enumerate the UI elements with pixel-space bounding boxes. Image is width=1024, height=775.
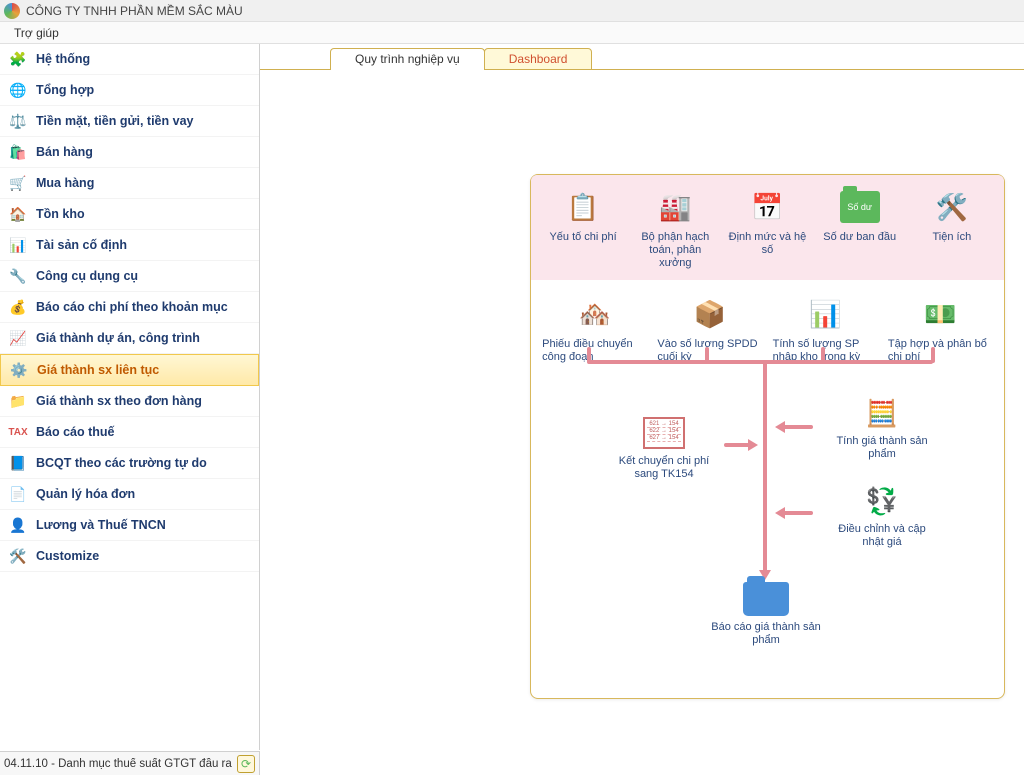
sidebar-item-label: Lương và Thuế TNCN <box>36 518 166 532</box>
sidebar-item-label: Báo cáo chi phí theo khoản mục <box>36 300 228 314</box>
sidebar-item-icon: 🧩 <box>8 49 28 69</box>
sidebar-item-icon: 🛍️ <box>8 142 28 162</box>
workflow-diagram: 📋 Yếu tố chi phí 🏭 Bộ phận hạch toán, ph… <box>530 174 1005 699</box>
sidebar-item-label: Tài sản cố định <box>36 238 127 252</box>
sidebar-item-7[interactable]: 🔧 Công cụ dụng cụ <box>0 261 259 292</box>
sidebar-item-5[interactable]: 🏠 Tồn kho <box>0 199 259 230</box>
sidebar-item-label: Mua hàng <box>36 176 94 190</box>
sidebar-item-icon: ⚖️ <box>8 111 28 131</box>
menu-help[interactable]: Trợ giúp <box>6 24 67 42</box>
money-people-icon: 💵 <box>916 294 964 334</box>
sidebar-item-13[interactable]: 📘 BCQT theo các trường tự do <box>0 448 259 479</box>
sidebar-item-15[interactable]: 👤 Lương và Thuế TNCN <box>0 510 259 541</box>
sidebar-item-label: Customize <box>36 549 99 563</box>
sidebar-item-3[interactable]: 🛍️ Bán hàng <box>0 137 259 168</box>
connector-horizontal <box>587 360 933 364</box>
transfer-icon: 🏘️ <box>571 294 619 334</box>
box-icon: 📦 <box>686 294 734 334</box>
sidebar-item-14[interactable]: 📄 Quản lý hóa đơn <box>0 479 259 510</box>
app-title: CÔNG TY TNHH PHẦN MỀM SẮC MÀU <box>26 4 243 18</box>
sidebar-item-6[interactable]: 📊 Tài sản cố định <box>0 230 259 261</box>
sidebar-item-1[interactable]: 🌐 Tổng hợp <box>0 75 259 106</box>
item-vao-so-luong[interactable]: 📦 Vào số lượng SPDD cuối kỳ <box>657 294 762 364</box>
tab-dashboard[interactable]: Dashboard <box>484 48 593 70</box>
sidebar-item-icon: 🛠️ <box>8 546 28 566</box>
sidebar-item-16[interactable]: 🛠️ Customize <box>0 541 259 572</box>
item-tinh-gia-thanh[interactable]: 🧮 Tính giá thành sản phẩm <box>827 393 937 461</box>
sidebar-item-8[interactable]: 💰 Báo cáo chi phí theo khoản mục <box>0 292 259 323</box>
item-bo-phan-hach-toan[interactable]: 🏭 Bộ phận hạch toán, phân xưởng <box>633 187 718 270</box>
refresh-icon: ⟳ <box>241 757 251 771</box>
sidebar-item-9[interactable]: 📈 Giá thành dự án, công trình <box>0 323 259 354</box>
coins-calc-icon: 💱 <box>858 481 906 521</box>
sidebar-item-2[interactable]: ⚖️ Tiền mặt, tiền gửi, tiền vay <box>0 106 259 137</box>
sidebar-item-label: Công cụ dụng cụ <box>36 269 138 283</box>
item-yeu-to-chi-phi[interactable]: 📋 Yếu tố chi phí <box>541 187 626 270</box>
sidebar-item-icon: 🌐 <box>8 80 28 100</box>
titlebar: CÔNG TY TNHH PHẦN MỀM SẮC MÀU <box>0 0 1024 22</box>
sidebar-item-4[interactable]: 🛒 Mua hàng <box>0 168 259 199</box>
sidebar: 🧩 Hệ thống 🌐 Tổng hợp ⚖️ Tiền mặt, tiền gửi, … <box>0 44 260 750</box>
sidebar-item-icon: ⚙️ <box>9 360 29 380</box>
sidebar-item-0[interactable]: 🧩 Hệ thống <box>0 44 259 75</box>
sidebar-item-10[interactable]: ⚙️ Giá thành sx liên tục <box>0 354 259 386</box>
sidebar-item-11[interactable]: 📁 Giá thành sx theo đơn hàng <box>0 386 259 417</box>
item-tien-ich[interactable]: 🛠️ Tiện ích <box>909 187 994 270</box>
folder-balance-icon: Số dư <box>836 187 884 227</box>
item-so-du-ban-dau[interactable]: Số dư Số dư ban đầu <box>817 187 902 270</box>
sidebar-item-icon: 📄 <box>8 484 28 504</box>
sidebar-item-label: Giá thành sx liên tục <box>37 363 159 377</box>
sidebar-item-label: Tồn kho <box>36 207 85 221</box>
item-tinh-so-luong[interactable]: 📊 Tính số lượng SP nhập kho trong kỳ <box>773 294 878 364</box>
factory-icon: 🏭 <box>651 187 699 227</box>
calendar-pencil-icon: 📅 <box>743 187 791 227</box>
sidebar-item-icon: 💰 <box>8 297 28 317</box>
arrow-gt-left <box>783 425 813 429</box>
sidebar-item-label: Bán hàng <box>36 145 93 159</box>
boxes-chart-icon: 📊 <box>801 294 849 334</box>
sidebar-item-icon: 🏠 <box>8 204 28 224</box>
sidebar-item-label: Báo cáo thuế <box>36 425 115 439</box>
diagram-row-definitions: 📋 Yếu tố chi phí 🏭 Bộ phận hạch toán, ph… <box>531 175 1004 280</box>
sidebar-item-icon: 📊 <box>8 235 28 255</box>
ledger-icon: 621 → 154 622 → 154 627 → 154 <box>640 413 688 453</box>
sidebar-item-label: Tiền mặt, tiền gửi, tiền vay <box>36 114 193 128</box>
item-tap-hop-phan-bo[interactable]: 💵 Tập hợp và phân bổ chi phí <box>888 294 993 364</box>
sidebar-item-label: Quản lý hóa đơn <box>36 487 135 501</box>
arrow-dc-left <box>783 511 813 515</box>
menubar: Trợ giúp <box>0 22 1024 44</box>
item-bao-cao-gia-thanh[interactable]: Báo cáo giá thành sản phẩm <box>711 579 821 647</box>
tab-workflow[interactable]: Quy trình nghiệp vụ <box>330 48 485 70</box>
item-dieu-chinh-gia[interactable]: 💱 Điều chỉnh và cập nhật giá <box>827 481 937 549</box>
sidebar-item-icon: 📈 <box>8 328 28 348</box>
sidebar-item-icon: 🛒 <box>8 173 28 193</box>
sidebar-item-label: BCQT theo các trường tự do <box>36 456 207 470</box>
sidebar-item-icon: 🔧 <box>8 266 28 286</box>
sidebar-item-label: Hệ thống <box>36 52 90 66</box>
tools-icon: 🛠️ <box>928 187 976 227</box>
item-ket-chuyen-chi-phi[interactable]: 621 → 154 622 → 154 627 → 154 Kết chuyển… <box>609 413 719 481</box>
arrow-kc-right <box>724 443 750 447</box>
item-dinh-muc[interactable]: 📅 Định mức và hệ số <box>725 187 810 270</box>
statusbar-refresh-button[interactable]: ⟳ <box>237 755 255 773</box>
item-phieu-dieu-chuyen[interactable]: 🏘️ Phiếu điều chuyển công đoạn <box>542 294 647 364</box>
app-logo-icon <box>4 3 20 19</box>
tab-strip: Quy trình nghiệp vụ Dashboard <box>330 48 1024 70</box>
content-area: Quy trình nghiệp vụ Dashboard 📋 Yếu tố c… <box>260 44 1024 750</box>
folder-report-icon <box>742 579 790 619</box>
sidebar-item-label: Giá thành sx theo đơn hàng <box>36 394 202 408</box>
calculator-box-icon: 🧮 <box>858 393 906 433</box>
sidebar-item-icon: 📁 <box>8 391 28 411</box>
connector-main-vertical <box>763 360 767 572</box>
statusbar: 04.11.10 - Danh mục thuế suất GTGT đầu r… <box>0 751 260 775</box>
sidebar-item-icon: 👤 <box>8 515 28 535</box>
sidebar-item-12[interactable]: TAX Báo cáo thuế <box>0 417 259 448</box>
sidebar-item-label: Giá thành dự án, công trình <box>36 331 200 345</box>
statusbar-text: 04.11.10 - Danh mục thuế suất GTGT đầu r… <box>4 758 237 770</box>
chart-pie-icon: 📋 <box>559 187 607 227</box>
sidebar-item-icon: 📘 <box>8 453 28 473</box>
sidebar-item-icon: TAX <box>8 422 28 442</box>
sidebar-item-label: Tổng hợp <box>36 83 94 97</box>
